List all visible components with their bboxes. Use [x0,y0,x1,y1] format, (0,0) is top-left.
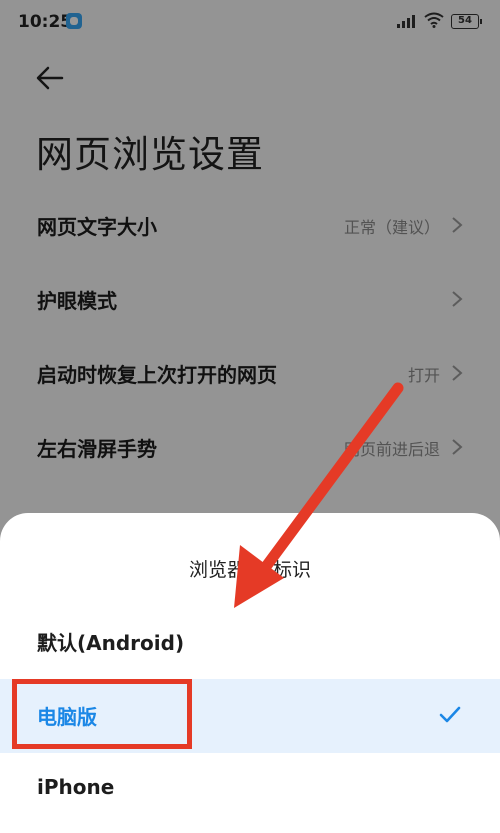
option-label: 默认(Android) [37,631,185,655]
checkmark-icon [439,706,461,723]
option-label: iPhone [37,775,115,799]
option-iphone[interactable]: iPhone [0,753,500,827]
annotation-highlight-box [12,679,192,749]
option-default-android[interactable]: 默认(Android) [0,605,500,679]
sheet-title: 浏览器UA标识 [189,559,311,581]
ua-bottom-sheet: 浏览器UA标识 默认(Android) 电脑版 iPhone [0,513,500,833]
